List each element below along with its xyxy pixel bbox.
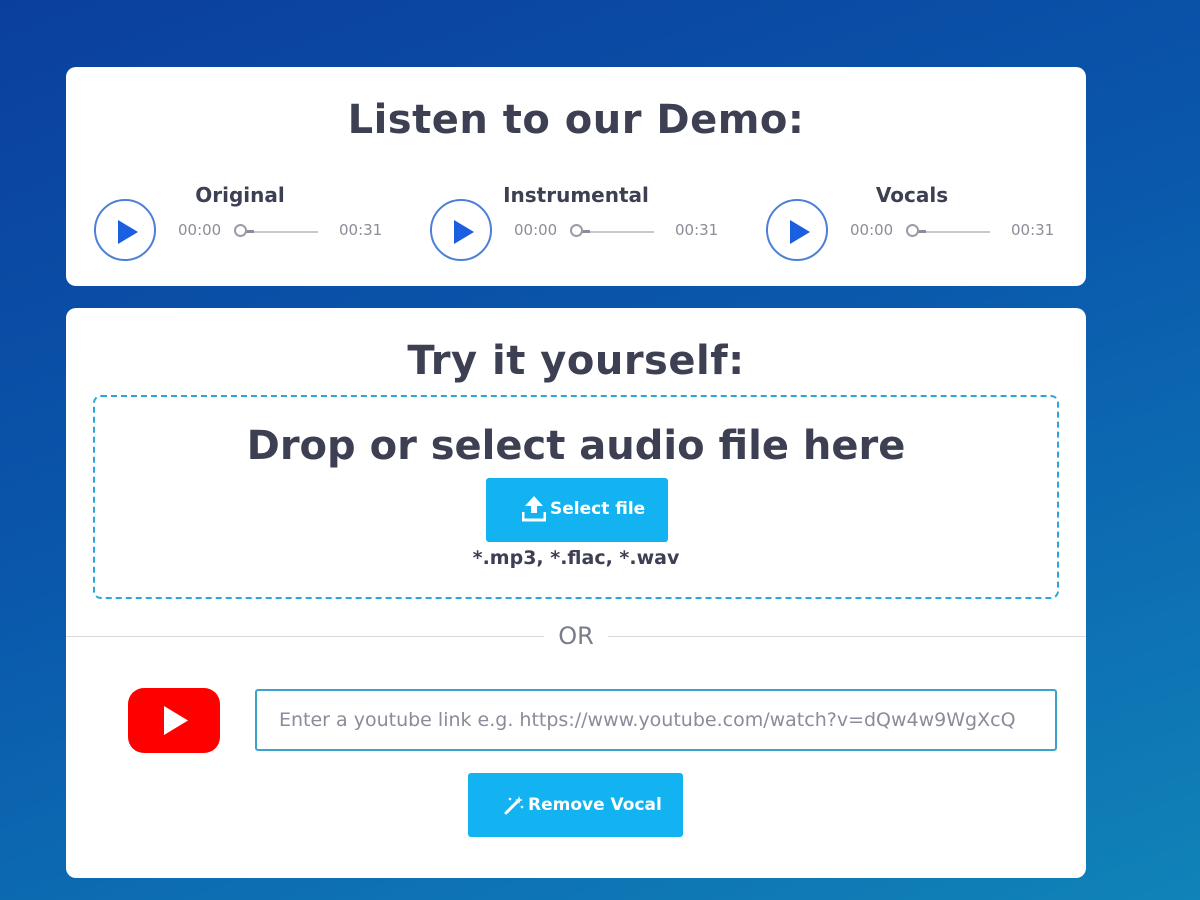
youtube-link-input[interactable] [255, 689, 1057, 751]
or-separator: OR [558, 622, 594, 650]
seek-slider[interactable] [234, 224, 318, 237]
file-dropzone[interactable]: Drop or select audio file here Select fi… [93, 395, 1059, 599]
audio-player-instrumental: Instrumental 00:00 00:31 [402, 179, 718, 269]
divider [608, 636, 1086, 637]
audio-player-original: Original 00:00 00:31 [66, 179, 382, 269]
play-button[interactable] [430, 199, 492, 261]
player-label: Instrumental [503, 183, 649, 207]
play-icon [790, 220, 810, 244]
seek-slider[interactable] [906, 224, 990, 237]
demo-card: Listen to our Demo: Original 00:00 00:31… [66, 67, 1086, 286]
upload-title: Try it yourself: [407, 338, 745, 384]
demo-title: Listen to our Demo: [347, 97, 805, 143]
select-file-label: Select file [550, 499, 646, 519]
remove-vocal-label: Remove Vocal [528, 795, 662, 815]
seek-handle[interactable] [906, 224, 919, 237]
duration: 00:31 [339, 221, 383, 239]
audio-player-vocals: Vocals 00:00 00:31 [738, 179, 1054, 269]
play-button[interactable] [766, 199, 828, 261]
duration: 00:31 [1011, 221, 1055, 239]
player-label: Vocals [875, 183, 949, 207]
current-time: 00:00 [178, 221, 222, 239]
current-time: 00:00 [850, 221, 894, 239]
player-label: Original [195, 183, 285, 207]
seek-handle[interactable] [234, 224, 247, 237]
current-time: 00:00 [514, 221, 558, 239]
remove-vocal-button[interactable]: Remove Vocal [468, 773, 683, 837]
select-file-button[interactable]: Select file [486, 478, 668, 542]
duration: 00:31 [675, 221, 719, 239]
seek-handle[interactable] [570, 224, 583, 237]
youtube-logo-icon [128, 688, 220, 753]
play-icon [454, 220, 474, 244]
accepted-formats: *.mp3, *.flac, *.wav [472, 547, 680, 569]
play-icon [118, 220, 138, 244]
dropzone-title: Drop or select audio file here [246, 423, 906, 469]
divider [66, 636, 544, 637]
upload-icon [522, 496, 546, 522]
magic-wand-icon [504, 796, 524, 815]
seek-slider[interactable] [570, 224, 654, 237]
play-button[interactable] [94, 199, 156, 261]
upload-card: Try it yourself: Drop or select audio fi… [66, 308, 1086, 878]
